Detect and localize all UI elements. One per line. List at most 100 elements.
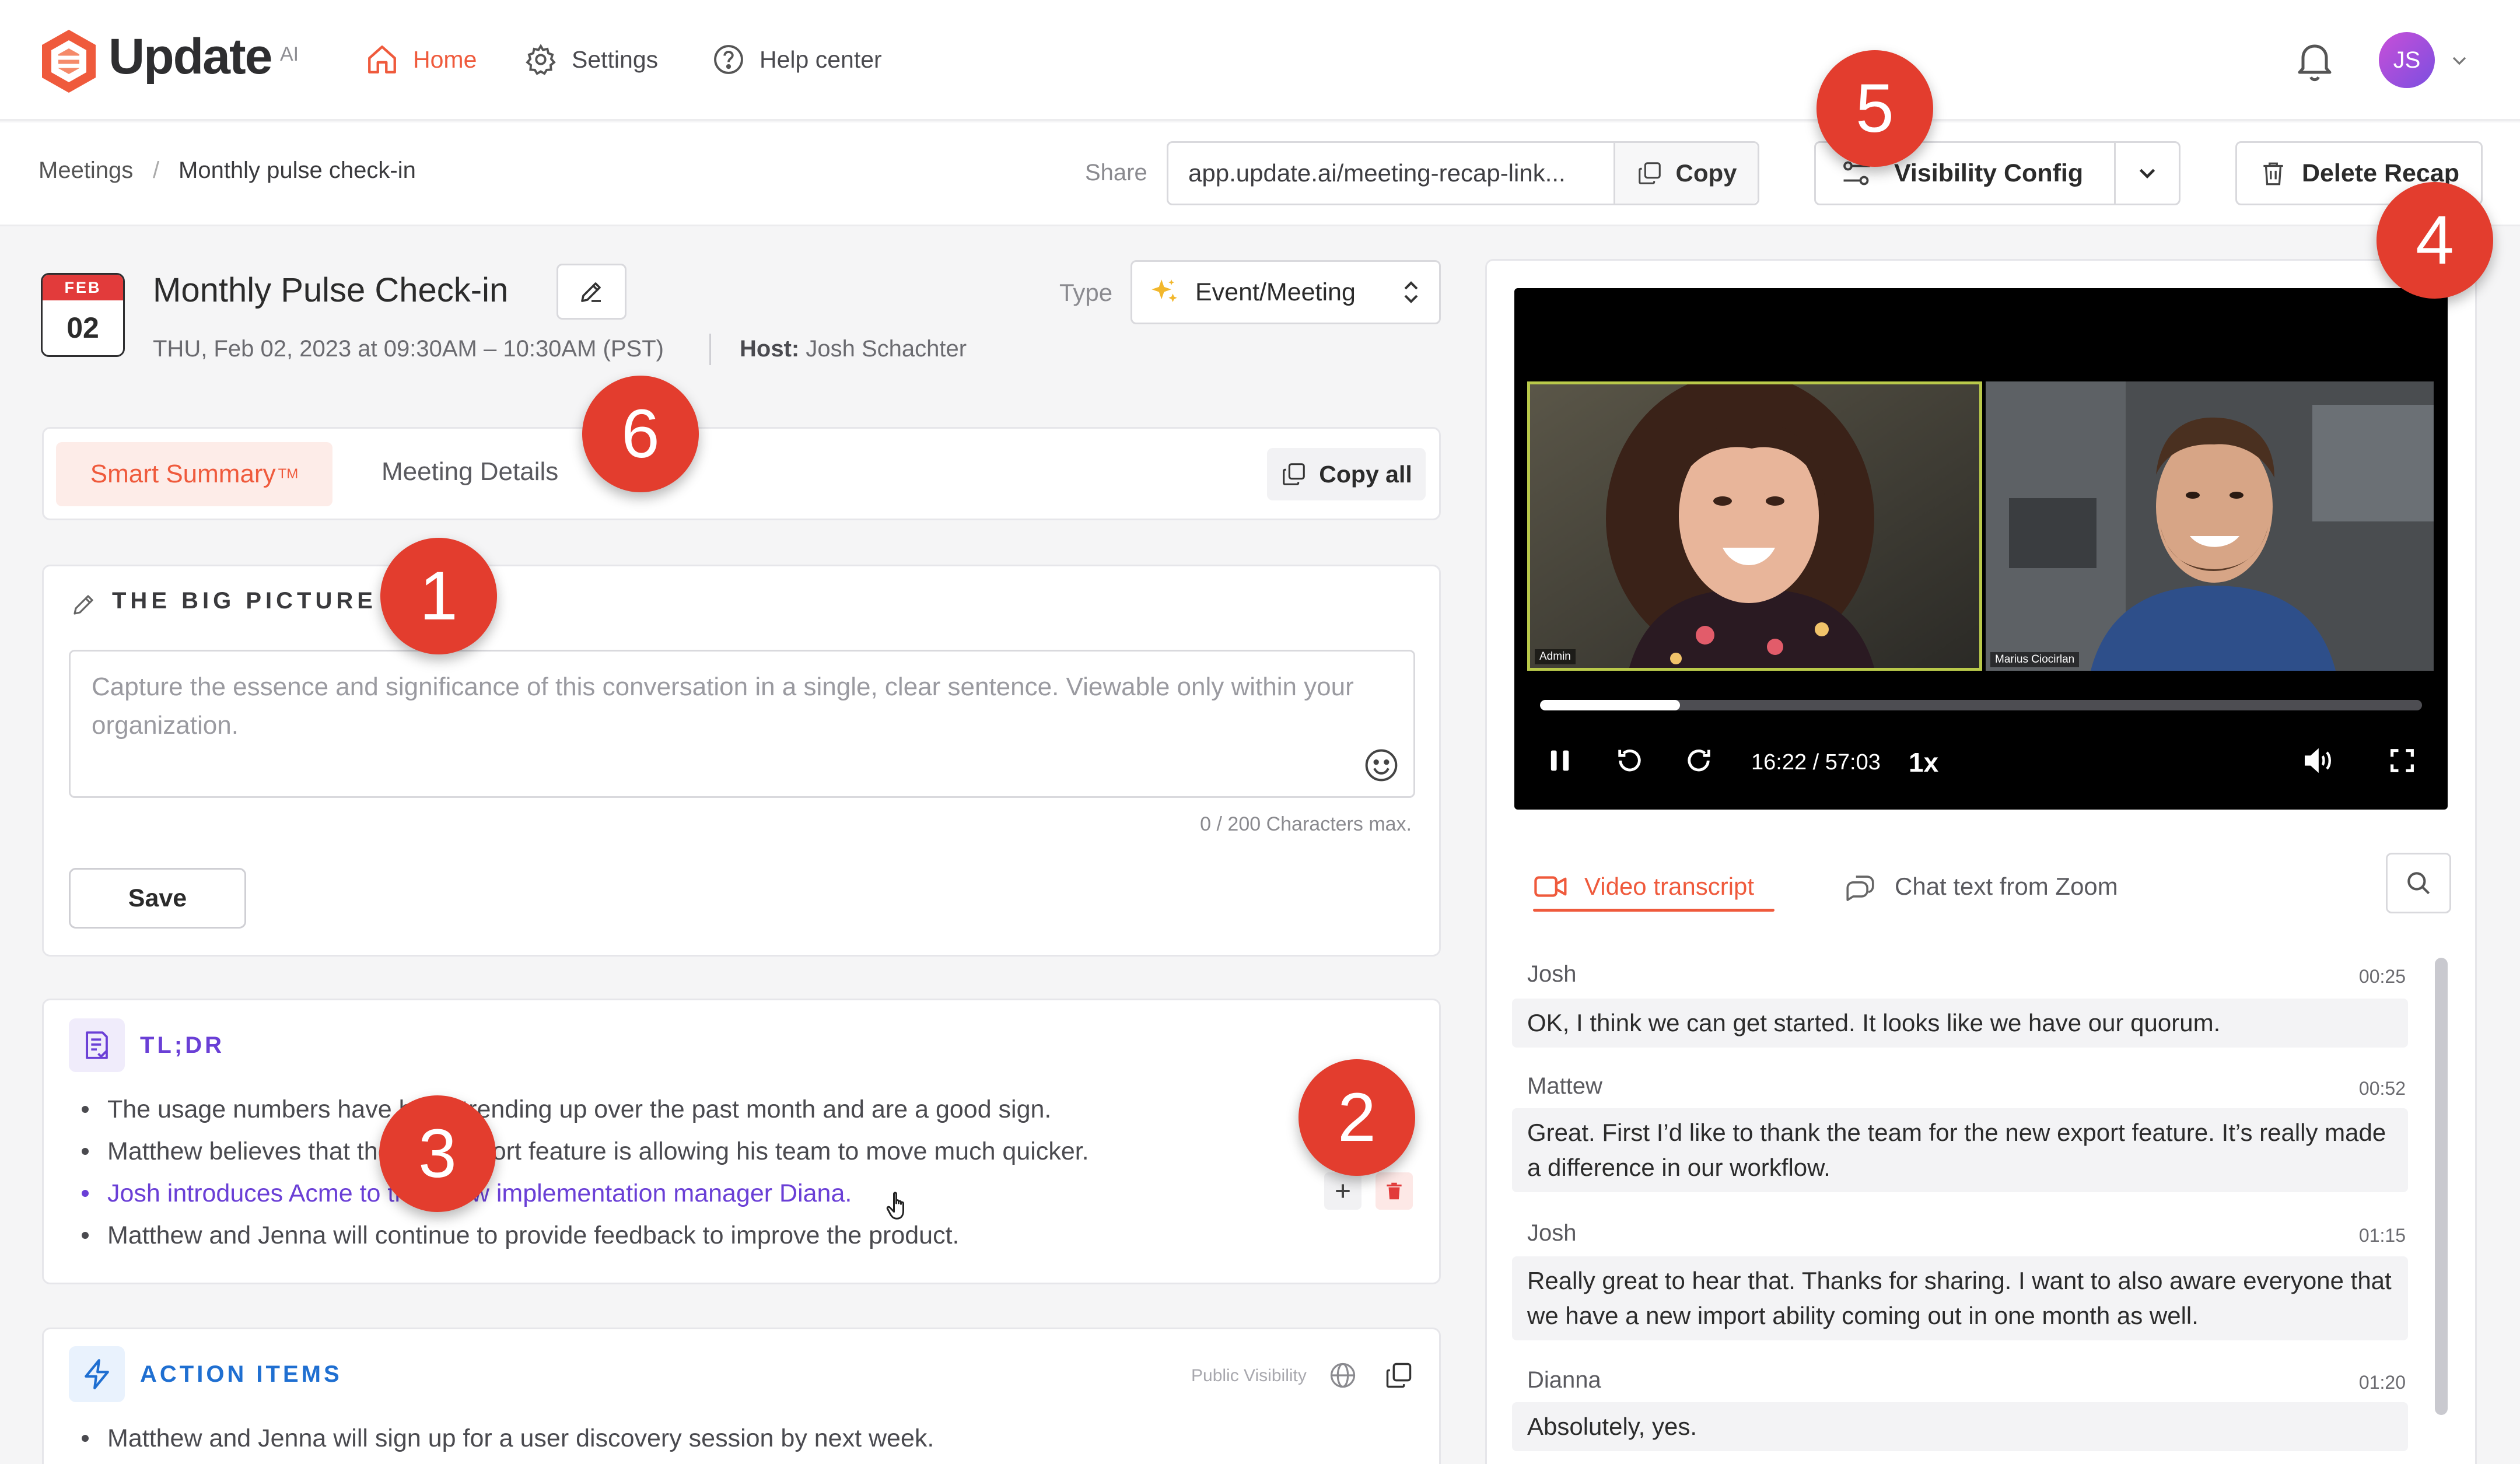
message-timestamp[interactable]: 00:52 <box>2287 1078 2406 1099</box>
copy-link-button[interactable]: Copy <box>1615 143 1758 204</box>
message-timestamp[interactable]: 01:20 <box>2287 1372 2406 1393</box>
delete-item-button[interactable] <box>1376 1172 1413 1210</box>
chat-bubbles-icon <box>1843 870 1877 903</box>
calendar-month: FEB <box>43 275 123 300</box>
pencil-icon <box>578 278 606 306</box>
copy-icon <box>1636 160 1663 187</box>
tldr-item[interactable]: The usage numbers have been trending up … <box>82 1088 1089 1130</box>
logo-ai-suffix: AI <box>280 43 299 65</box>
globe-icon[interactable] <box>1328 1360 1358 1391</box>
active-tab-underline <box>1533 909 1774 912</box>
callout-3: 3 <box>379 1095 496 1212</box>
edit-title-button[interactable] <box>556 264 626 320</box>
nav-help-center[interactable]: Help center <box>712 36 882 83</box>
home-icon <box>365 43 399 76</box>
save-button[interactable]: Save <box>69 868 246 929</box>
chevron-down-icon <box>2134 160 2161 187</box>
visibility-dropdown-toggle[interactable] <box>2116 143 2179 204</box>
host-name: Josh Schachter <box>806 336 967 362</box>
copy-link-label: Copy <box>1675 159 1737 187</box>
tldr-item[interactable]: Matthew believes that the new export fea… <box>82 1130 1089 1172</box>
host-label: Host: <box>740 336 800 362</box>
gear-icon <box>524 43 558 76</box>
message-text: Great. First I’d like to thank the team … <box>1512 1108 2408 1192</box>
tldr-item-highlighted[interactable]: Josh introduces Acme to their new implem… <box>82 1172 1089 1214</box>
breadcrumb-separator: / <box>153 157 160 183</box>
nav-home-label: Home <box>413 45 477 73</box>
tab-smart-summary[interactable]: Smart Summary TM <box>56 442 332 506</box>
emoji-smile-icon[interactable] <box>1363 747 1400 784</box>
video-tile-participant-2: Marius Ciocirlan <box>1986 381 2434 671</box>
copy-icon[interactable] <box>1384 1360 1414 1391</box>
document-list-icon <box>69 1018 125 1072</box>
video-progress-fill <box>1540 700 1681 710</box>
calendar-date-badge: FEB 02 <box>41 273 125 357</box>
tldr-title: TL;DR <box>140 1032 225 1058</box>
meeting-type-value: Event/Meeting <box>1195 278 1356 306</box>
pencil-icon <box>70 590 98 618</box>
meeting-datetime: THU, Feb 02, 2023 at 09:30AM – 10:30AM (… <box>153 336 664 362</box>
tab-video-transcript-label: Video transcript <box>1584 873 1755 900</box>
nav-settings[interactable]: Settings <box>524 36 658 83</box>
transcript-search-button[interactable] <box>2386 853 2451 913</box>
action-items-list: Matthew and Jenna will sign up for a use… <box>82 1417 934 1459</box>
tab-video-transcript[interactable]: Video transcript <box>1533 863 1754 910</box>
volume-icon[interactable] <box>2302 745 2338 776</box>
type-label: Type <box>1059 279 1113 306</box>
share-label: Share <box>1085 160 1147 185</box>
character-count: 0 / 200 Characters max. <box>1200 813 1412 835</box>
calendar-day: 02 <box>66 311 99 344</box>
meeting-title: Monthly Pulse Check-in <box>153 271 509 309</box>
breadcrumb-meetings[interactable]: Meetings <box>38 157 133 184</box>
video-camera-icon <box>1533 872 1569 901</box>
public-visibility-label: Public Visibility <box>1191 1366 1307 1385</box>
callout-1: 1 <box>380 538 497 654</box>
transcript-scrollbar-thumb[interactable] <box>2435 958 2448 1415</box>
nav-home[interactable]: Home <box>365 36 477 83</box>
participant-1-name: Admin <box>1535 649 1576 664</box>
user-avatar[interactable]: JS <box>2379 32 2435 88</box>
video-timestamp: 16:22 / 57:03 <box>1751 750 1881 775</box>
nav-help-label: Help center <box>760 45 882 73</box>
callout-6: 6 <box>582 376 699 492</box>
playback-rate[interactable]: 1x <box>1909 747 1938 778</box>
callout-4: 4 <box>2376 182 2493 299</box>
tab-chat-text[interactable]: Chat text from Zoom <box>1843 863 2118 910</box>
video-progress-bar[interactable] <box>1540 700 2422 710</box>
copy-all-button[interactable]: Copy all <box>1267 448 1426 500</box>
update-ai-logo-icon[interactable] <box>38 27 99 95</box>
meeting-type-select[interactable]: Event/Meeting <box>1130 260 1441 324</box>
message-timestamp[interactable]: 01:15 <box>2287 1225 2406 1246</box>
bell-icon[interactable] <box>2291 37 2338 84</box>
big-picture-textarea[interactable]: Capture the essence and significance of … <box>69 650 1415 798</box>
action-item[interactable]: Matthew and Jenna will sign up for a use… <box>82 1417 934 1459</box>
message-speaker: Dianna <box>1527 1367 1601 1393</box>
tldr-item[interactable]: Matthew and Jenna will continue to provi… <box>82 1214 1089 1256</box>
search-icon <box>2404 868 2433 898</box>
share-url-field[interactable]: app.update.ai/meeting-recap-link... <box>1168 143 1615 204</box>
lightning-icon <box>69 1346 125 1402</box>
trash-icon <box>2259 159 2288 188</box>
meeting-info-divider <box>709 334 711 365</box>
chevron-down-icon[interactable] <box>2448 49 2471 72</box>
message-text: OK, I think we can get started. It looks… <box>1512 999 2408 1048</box>
meeting-host: Host: Josh Schachter <box>740 336 967 362</box>
tldr-list: The usage numbers have been trending up … <box>82 1088 1089 1256</box>
add-item-button[interactable] <box>1324 1172 1362 1210</box>
fast-forward-icon[interactable] <box>1684 745 1714 776</box>
message-timestamp[interactable]: 00:25 <box>2287 966 2406 987</box>
pause-icon[interactable] <box>1545 745 1575 776</box>
trash-icon <box>1383 1180 1405 1202</box>
action-items-title: ACTION ITEMS <box>140 1361 342 1387</box>
nav-settings-label: Settings <box>572 45 659 73</box>
tab-meeting-details[interactable]: Meeting Details <box>382 457 558 486</box>
message-speaker: Josh <box>1527 1220 1577 1246</box>
participant-2-name: Marius Ciocirlan <box>1990 652 2080 667</box>
updown-chevron-icon <box>1399 278 1423 306</box>
big-picture-title: THE BIG PICTURE <box>112 588 377 614</box>
fullscreen-icon[interactable] <box>2387 745 2417 776</box>
tab-smart-summary-label: Smart Summary <box>90 460 276 488</box>
tab-chat-text-label: Chat text from Zoom <box>1895 873 2118 900</box>
plus-icon <box>1331 1179 1354 1203</box>
rewind-icon[interactable] <box>1615 745 1645 776</box>
